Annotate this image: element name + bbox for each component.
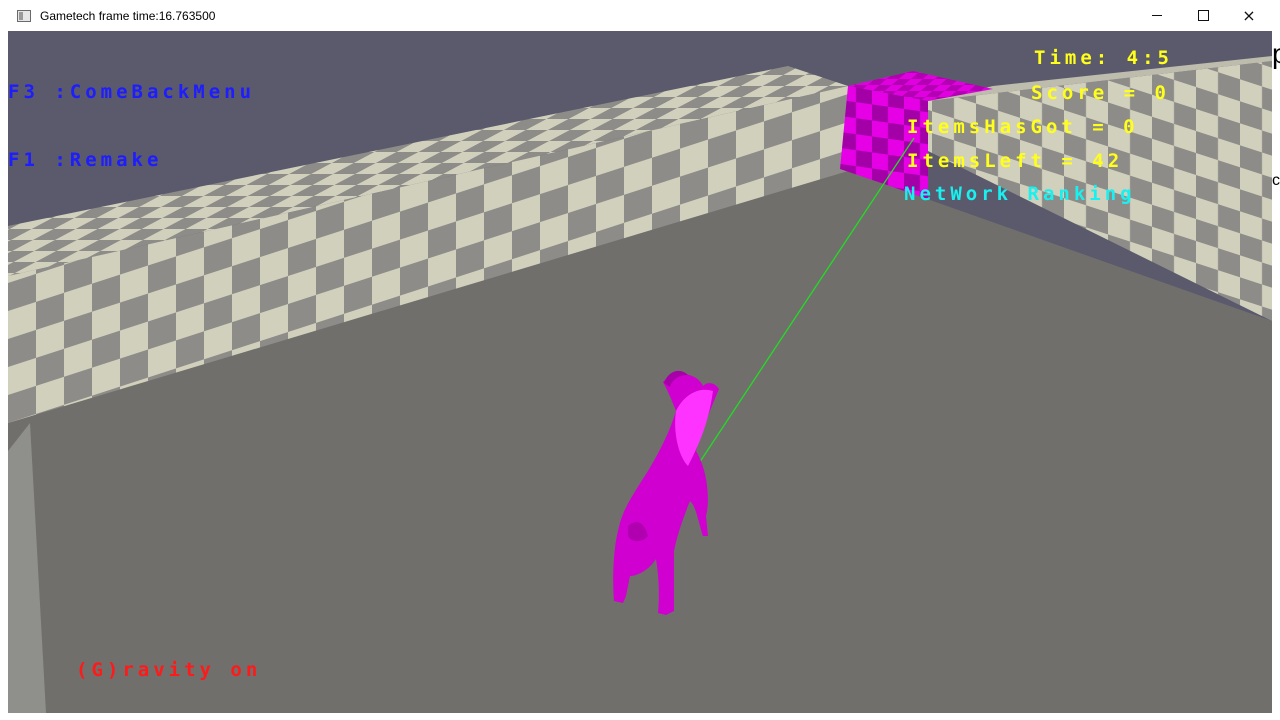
window-controls: × <box>1134 0 1272 31</box>
time-display: Time: 4:5 <box>1034 47 1173 69</box>
score-display: Score = 0 <box>1031 82 1170 104</box>
window-bottom-border <box>0 713 1280 720</box>
close-icon: × <box>1242 6 1256 25</box>
items-got-display: ItemsHasGot = 0 <box>907 116 1139 138</box>
maximize-icon <box>1197 10 1209 21</box>
close-button[interactable]: × <box>1226 0 1272 31</box>
network-ranking-label: NetWork Ranking <box>904 183 1136 205</box>
game-viewport[interactable]: F3 :ComeBackMenu F1 :Remake Time: 4:5 Sc… <box>8 31 1272 713</box>
window-titlebar: Gametech frame time:16.763500 × <box>8 0 1272 31</box>
window-left-border <box>0 31 8 713</box>
maximize-button[interactable] <box>1180 0 1226 31</box>
menu-hint: F3 :ComeBackMenu <box>8 81 256 103</box>
minimize-icon <box>1152 15 1162 16</box>
items-left-display: ItemsLeft = 42 <box>907 150 1124 172</box>
minimize-button[interactable] <box>1134 0 1180 31</box>
gravity-status: (G)ravity on <box>76 659 262 681</box>
desktop-glyph-top: p <box>1272 38 1280 69</box>
app-window-icon <box>17 9 31 22</box>
remake-hint: F1 :Remake <box>8 149 163 171</box>
window-title: Gametech frame time:16.763500 <box>40 8 216 23</box>
desktop-glyph-mid: c <box>1272 172 1280 189</box>
